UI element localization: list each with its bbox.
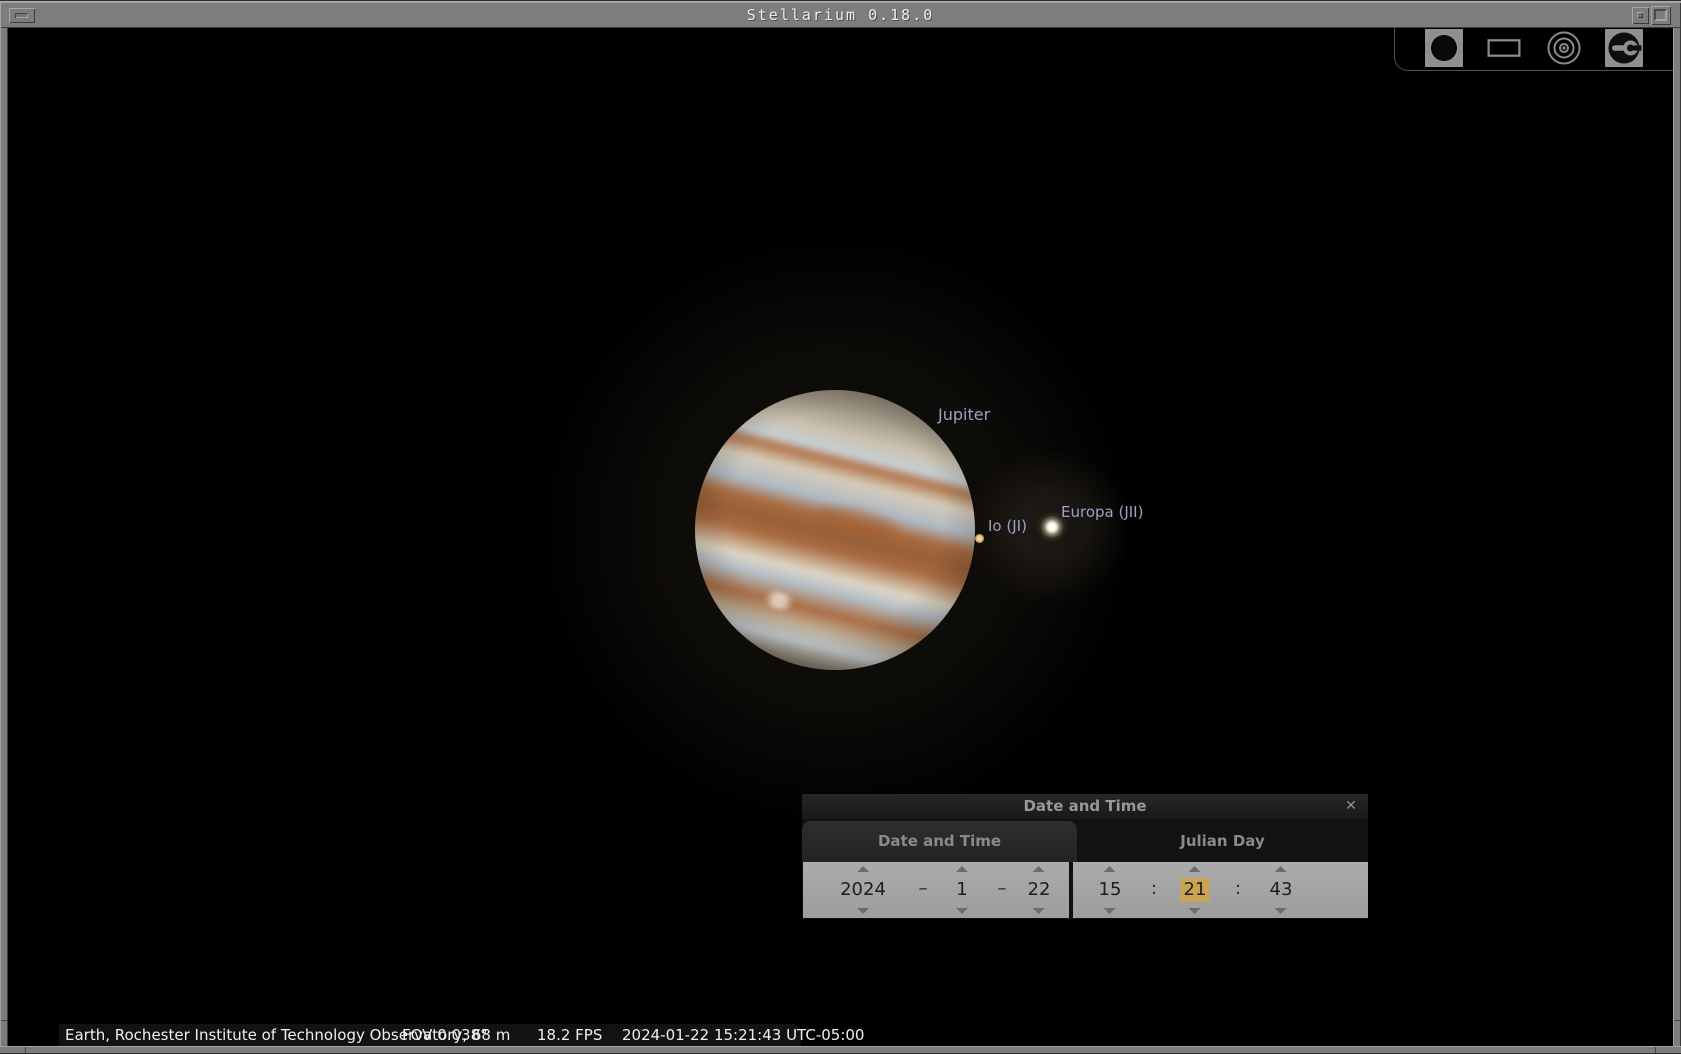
window-title: Stellarium 0.18.0 bbox=[746, 6, 935, 24]
spin-up-arrow[interactable] bbox=[1104, 866, 1116, 872]
frame-corner-seam bbox=[1674, 1020, 1680, 1021]
ccd-sensor-button[interactable] bbox=[1485, 29, 1523, 67]
time-separator: : bbox=[1234, 878, 1242, 899]
ccd-sensor-icon bbox=[1487, 39, 1521, 57]
spin-up-arrow[interactable] bbox=[956, 866, 968, 872]
spin-down-arrow[interactable] bbox=[857, 908, 869, 914]
second-spinner: 43 bbox=[1270, 862, 1293, 918]
europa-label: Europa (JII) bbox=[1061, 503, 1144, 521]
time-separator: : bbox=[1150, 878, 1158, 899]
minute-value-selected[interactable]: 21 bbox=[1180, 878, 1210, 902]
spin-up-arrow[interactable] bbox=[857, 866, 869, 872]
ocular-view-button[interactable] bbox=[1425, 29, 1463, 67]
jupiter-limb-darkening bbox=[695, 390, 975, 670]
window-frame-right bbox=[1673, 28, 1681, 1046]
oculars-toolbar bbox=[1394, 28, 1673, 71]
sky-view[interactable]: Jupiter Io (JI) Europa (JII) Date and Ti… bbox=[8, 28, 1673, 1046]
date-separator: – bbox=[918, 878, 928, 899]
minute-spinner: 21 bbox=[1180, 862, 1210, 918]
day-value[interactable]: 22 bbox=[1028, 878, 1051, 902]
jupiter-label: Jupiter bbox=[938, 405, 991, 424]
telrad-button[interactable] bbox=[1545, 29, 1583, 67]
date-spin-panel: 2024 – 1 – 22 bbox=[803, 862, 1069, 918]
datetime-dialog-title: Date and Time bbox=[1023, 797, 1147, 815]
spin-down-arrow[interactable] bbox=[1189, 908, 1201, 914]
hour-value[interactable]: 15 bbox=[1099, 878, 1122, 902]
status-bar: Earth, Rochester Institute of Technology… bbox=[59, 1024, 864, 1046]
year-spinner: 2024 bbox=[840, 862, 886, 918]
datetime-dialog: Date and Time ✕ Date and Time Julian Day… bbox=[802, 794, 1368, 919]
datetime-dialog-titlebar[interactable]: Date and Time ✕ bbox=[802, 794, 1368, 819]
jupiter-disc[interactable] bbox=[695, 390, 975, 670]
date-separator: – bbox=[997, 878, 1007, 899]
oculars-settings-icon bbox=[1608, 32, 1642, 64]
window-maximize-button[interactable] bbox=[1651, 6, 1671, 25]
iconify-dot-icon bbox=[1637, 12, 1643, 18]
hour-spinner: 15 bbox=[1099, 862, 1122, 918]
spin-up-arrow[interactable] bbox=[1033, 866, 1045, 872]
window-titlebar: Stellarium 0.18.0 bbox=[0, 0, 1681, 28]
window-iconify-button[interactable] bbox=[1632, 7, 1649, 24]
month-spinner: 1 bbox=[956, 862, 968, 918]
tab-julian-day[interactable]: Julian Day bbox=[1077, 821, 1368, 862]
frame-corner-seam bbox=[25, 1047, 26, 1053]
menu-dash-icon bbox=[15, 13, 28, 18]
window-frame-bottom bbox=[0, 1046, 1681, 1054]
year-value[interactable]: 2024 bbox=[840, 878, 886, 902]
spin-down-arrow[interactable] bbox=[1104, 908, 1116, 914]
second-value[interactable]: 43 bbox=[1270, 878, 1293, 902]
time-spin-panel: 15 : 21 : 43 bbox=[1073, 862, 1368, 918]
io-dot[interactable] bbox=[975, 534, 984, 543]
spin-down-arrow[interactable] bbox=[956, 908, 968, 914]
oculars-settings-button[interactable] bbox=[1605, 29, 1643, 67]
month-value[interactable]: 1 bbox=[956, 878, 967, 902]
frame-corner-seam bbox=[1, 1020, 7, 1021]
spin-down-arrow[interactable] bbox=[1033, 908, 1045, 914]
maximize-square-icon bbox=[1654, 9, 1667, 21]
window-menu-button[interactable] bbox=[9, 8, 35, 23]
ocular-view-icon bbox=[1431, 35, 1457, 61]
spin-up-arrow[interactable] bbox=[1275, 866, 1287, 872]
fps-text: 18.2 FPS bbox=[537, 1026, 603, 1044]
telrad-icon bbox=[1547, 31, 1581, 65]
io-label: Io (JI) bbox=[988, 517, 1027, 535]
spin-down-arrow[interactable] bbox=[1275, 908, 1287, 914]
fov-text: FOV 0.038° bbox=[402, 1026, 488, 1044]
datetime-text: 2024-01-22 15:21:43 UTC-05:00 bbox=[622, 1026, 865, 1044]
day-spinner: 22 bbox=[1028, 862, 1051, 918]
datetime-dialog-tabs: Date and Time Julian Day bbox=[802, 819, 1368, 862]
frame-corner-seam bbox=[1655, 1047, 1656, 1053]
spin-up-arrow[interactable] bbox=[1189, 866, 1201, 872]
window-frame-left bbox=[0, 28, 8, 1046]
close-icon[interactable]: ✕ bbox=[1342, 797, 1360, 815]
tab-date-and-time[interactable]: Date and Time bbox=[802, 821, 1077, 862]
